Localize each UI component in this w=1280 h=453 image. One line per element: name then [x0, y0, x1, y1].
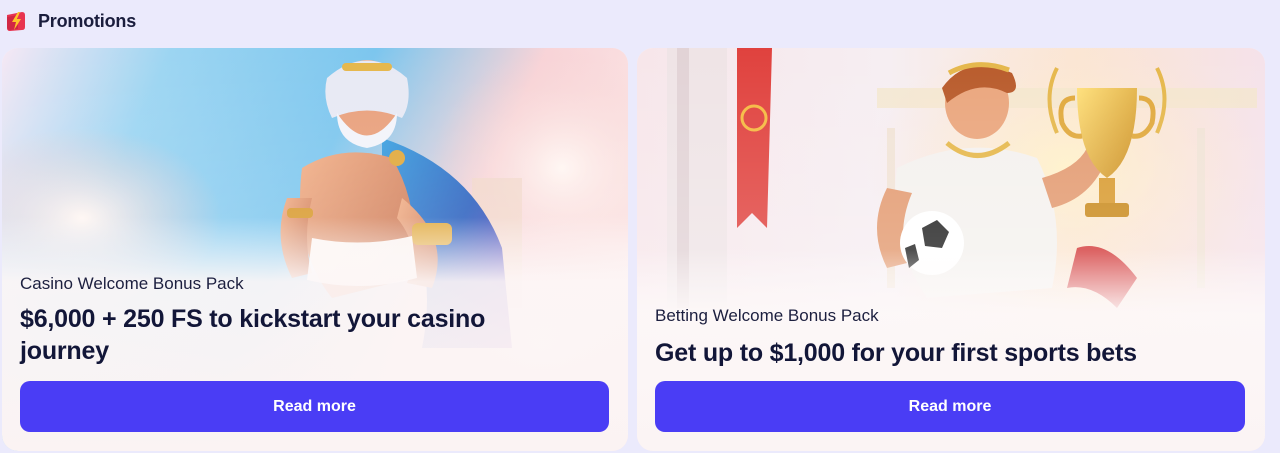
promotions-header: Promotions	[4, 8, 136, 34]
read-more-button[interactable]: Read more	[655, 381, 1245, 432]
promotion-headline: $6,000 + 250 FS to kickstart your casino…	[20, 305, 486, 365]
promotion-headline: Get up to $1,000 for your first sports b…	[655, 339, 1137, 367]
promotion-label: Casino Welcome Bonus Pack	[20, 274, 244, 293]
promotion-card-casino: Casino Welcome Bonus Pack $6,000 + 250 F…	[2, 48, 628, 451]
read-more-button[interactable]: Read more	[20, 381, 609, 432]
page-title: Promotions	[38, 10, 137, 31]
lightning-bolt-icon	[7, 12, 25, 31]
promotion-card-betting: Betting Welcome Bonus Pack Get up to $1,…	[637, 48, 1265, 451]
promotion-label: Betting Welcome Bonus Pack	[655, 306, 879, 325]
